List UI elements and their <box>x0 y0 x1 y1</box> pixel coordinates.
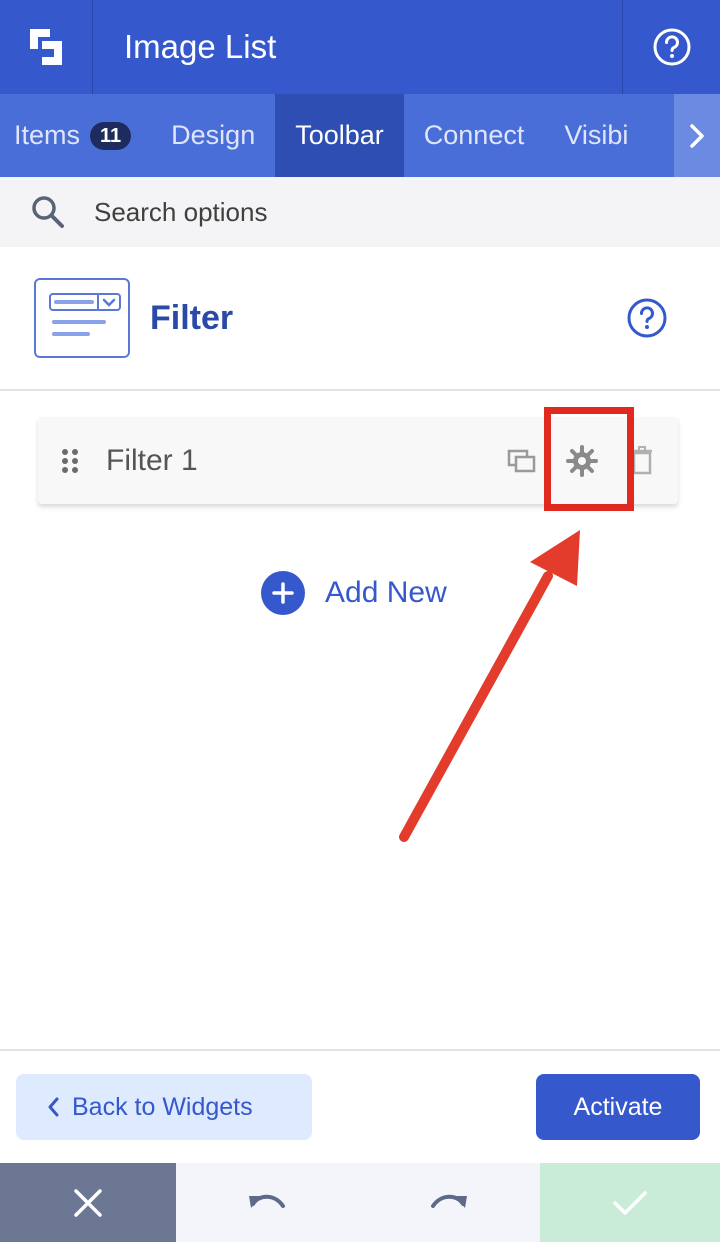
help-circle-icon[interactable] <box>626 297 668 339</box>
close-button[interactable] <box>0 1163 176 1242</box>
footer-divider <box>0 1049 720 1051</box>
close-icon <box>74 1188 102 1217</box>
add-new-label: Add New <box>325 576 447 609</box>
page-title: Image List <box>124 28 277 65</box>
section-header: Filter <box>0 247 720 391</box>
activate-button[interactable]: Activate <box>536 1074 700 1140</box>
tab-visibility-label: Visibi <box>564 120 629 150</box>
search-icon <box>32 196 64 228</box>
undo-button[interactable] <box>176 1163 358 1242</box>
chevron-left-icon <box>48 1097 59 1117</box>
tab-connect-label: Connect <box>423 120 525 150</box>
tab-toolbar-label: Toolbar <box>295 120 384 150</box>
search-bar <box>0 177 720 247</box>
list-item-label: Filter 1 <box>106 443 198 477</box>
tab-toolbar[interactable]: Toolbar <box>275 94 404 177</box>
redo-button[interactable] <box>358 1163 540 1242</box>
tab-items[interactable]: Items 11 <box>0 94 151 177</box>
tab-design-label: Design <box>171 120 256 150</box>
tab-items-label: Items <box>14 120 81 150</box>
add-new-button[interactable]: Add New <box>261 571 447 615</box>
back-to-widgets-button[interactable]: Back to Widgets <box>16 1074 312 1140</box>
activate-label: Activate <box>573 1092 663 1121</box>
back-to-widgets-label: Back to Widgets <box>72 1092 253 1121</box>
tab-connect[interactable]: Connect <box>404 94 545 177</box>
duplicate-button[interactable] <box>504 443 540 479</box>
search-input[interactable] <box>94 196 654 228</box>
tab-bar: Items 11 Design Toolbar Connect Visibi <box>0 94 720 177</box>
drag-handle-icon[interactable] <box>60 447 80 475</box>
app-header: Image List <box>0 0 720 94</box>
section-title: Filter <box>150 298 234 337</box>
duplicate-icon <box>507 449 536 472</box>
items-count-badge: 11 <box>90 121 132 150</box>
plus-icon <box>261 571 305 615</box>
check-icon <box>613 1190 647 1215</box>
tab-design[interactable]: Design <box>151 94 275 177</box>
tab-visibility[interactable]: Visibi <box>544 94 648 177</box>
confirm-button[interactable] <box>540 1163 720 1242</box>
filter-widget-icon <box>34 278 130 358</box>
redo-icon <box>431 1194 467 1208</box>
highlight-box <box>544 407 634 511</box>
logo-button[interactable] <box>0 0 93 94</box>
undo-icon <box>249 1194 285 1208</box>
bottom-action-bar <box>0 1163 720 1242</box>
chevron-right-icon <box>690 123 704 148</box>
tabs-next-button[interactable] <box>674 94 720 177</box>
help-circle-icon <box>653 28 690 66</box>
elfsight-logo-icon <box>30 29 62 65</box>
header-help-button[interactable] <box>622 0 720 94</box>
